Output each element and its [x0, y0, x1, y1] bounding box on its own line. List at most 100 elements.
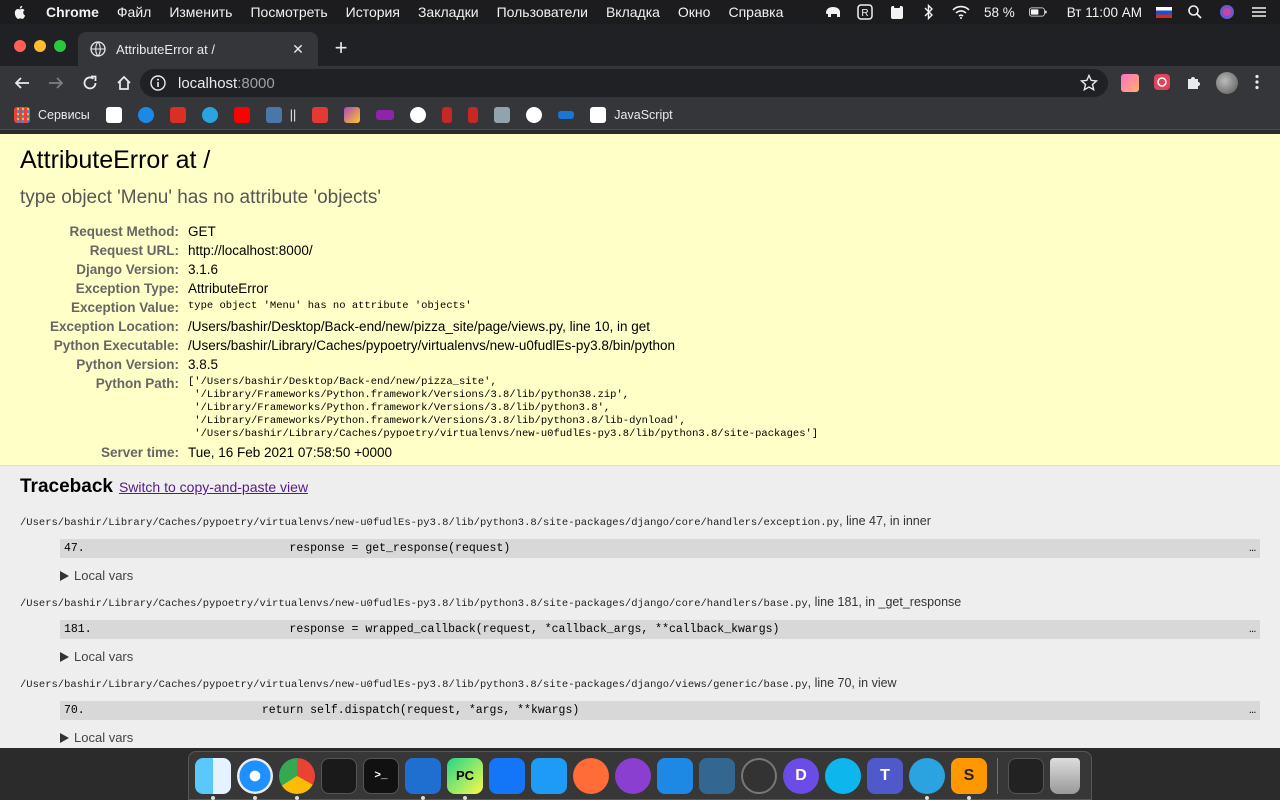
meta-label: Exception Location: [49, 319, 179, 334]
menu-edit[interactable]: Изменить [169, 4, 232, 20]
page-viewport[interactable]: AttributeError at / type object 'Menu' h… [0, 134, 1280, 748]
sequel-pro-icon[interactable] [657, 757, 693, 794]
menu-profiles[interactable]: Пользователи [497, 4, 588, 20]
active-tab[interactable]: AttributeError at / ✕ [78, 32, 318, 66]
bookmark-apps[interactable]: Сервисы [14, 106, 90, 123]
js-site-icon [590, 106, 607, 123]
bookmark-item[interactable] [105, 106, 122, 123]
battery-percent[interactable]: 58 % [984, 5, 1015, 20]
control-center-icon[interactable] [1250, 4, 1268, 20]
bookmark-item[interactable] [137, 106, 154, 123]
downloads-stack-icon[interactable] [1008, 757, 1044, 794]
info-icon[interactable] [150, 75, 166, 91]
frame-location: , line 70, in view [807, 676, 897, 690]
activity-monitor-icon[interactable] [321, 757, 357, 794]
bookmark-item[interactable] [526, 106, 543, 123]
menubar-clock[interactable]: Вт 11:00 AM [1067, 5, 1142, 20]
home-button[interactable] [110, 69, 138, 97]
postgresql-icon[interactable] [699, 757, 735, 794]
teams-icon[interactable]: T [867, 757, 903, 794]
menu-bookmarks[interactable]: Закладки [418, 4, 479, 20]
more-menu-icon[interactable] [1248, 73, 1268, 93]
local-vars-toggle[interactable]: Local vars [60, 730, 1260, 745]
zoom-window-button[interactable] [54, 40, 66, 52]
menu-help[interactable]: Справка [728, 4, 783, 20]
bookmark-item[interactable] [468, 106, 479, 123]
local-vars-toggle[interactable]: Local vars [60, 568, 1260, 583]
profile-avatar[interactable] [1216, 72, 1238, 94]
bookmark-item[interactable] [494, 106, 511, 123]
apple-icon[interactable] [12, 4, 28, 20]
menu-file[interactable]: Файл [117, 4, 151, 20]
document-icon [494, 106, 511, 123]
sublime-text-icon[interactable]: S [951, 757, 987, 800]
bookmark-javascript[interactable]: JavaScript [590, 106, 673, 123]
postman-icon[interactable] [573, 757, 609, 794]
minimize-window-button[interactable] [34, 40, 46, 52]
expand-context-button[interactable]: … [1246, 704, 1256, 717]
wifi-icon[interactable] [952, 4, 970, 20]
xcode-icon[interactable] [489, 757, 525, 794]
reload-button[interactable] [76, 69, 104, 97]
bookmark-item[interactable] [201, 106, 218, 123]
tower-icon [468, 106, 479, 123]
extension-gradient-icon[interactable] [1121, 74, 1139, 92]
extensions-puzzle-icon[interactable] [1185, 73, 1205, 93]
bookmark-item[interactable] [344, 106, 361, 123]
kinopoisk-icon[interactable]: R [856, 4, 874, 20]
meta-row: Request URL: http://localhost:8000/ [20, 242, 818, 261]
bookmark-item[interactable] [442, 106, 453, 123]
github-desktop-icon[interactable] [615, 757, 651, 794]
menu-window[interactable]: Окно [678, 4, 711, 20]
finder-icon[interactable] [195, 757, 231, 800]
spotlight-search-icon[interactable] [1186, 4, 1204, 20]
bookmark-vk[interactable]: || [265, 106, 296, 123]
frame-context-line[interactable]: 47. response = get_response(request)… [60, 539, 1260, 558]
close-tab-icon[interactable]: ✕ [290, 41, 306, 57]
meta-label: Django Version: [76, 262, 179, 277]
menu-history[interactable]: История [346, 4, 400, 20]
dbeaver-icon[interactable]: D [783, 757, 819, 794]
switch-view-link[interactable]: Switch to copy-and-paste view [119, 479, 308, 495]
bluetooth-icon[interactable] [920, 4, 938, 20]
browser-tab-strip: AttributeError at / ✕ + [0, 24, 1280, 66]
telegram-dock-icon[interactable] [909, 757, 945, 800]
close-window-button[interactable] [14, 40, 26, 52]
lab-flask-icon[interactable] [741, 757, 777, 794]
menu-app-name[interactable]: Chrome [46, 4, 99, 20]
russian-flag-icon[interactable] [1156, 6, 1172, 18]
vscode-icon[interactable] [405, 757, 441, 800]
bookmark-item[interactable] [233, 106, 250, 123]
trash-icon[interactable] [1050, 757, 1080, 794]
address-bar[interactable]: localhost:8000 [140, 69, 1108, 97]
safari-icon[interactable] [237, 757, 273, 800]
bookmark-item[interactable] [410, 106, 427, 123]
frame-context-line[interactable]: 181. response = wrapped_callback(request… [60, 620, 1260, 639]
bookmark-item[interactable] [558, 110, 575, 119]
siri-icon[interactable] [1218, 4, 1236, 20]
menu-tab[interactable]: Вкладка [606, 4, 660, 20]
new-tab-button[interactable]: + [330, 37, 352, 59]
app-store-icon[interactable] [531, 757, 567, 794]
chrome-icon[interactable] [279, 757, 315, 800]
local-vars-toggle[interactable]: Local vars [60, 649, 1260, 664]
docker-icon[interactable] [825, 757, 861, 794]
bookmark-item[interactable] [169, 106, 186, 123]
macos-menubar: Chrome Файл Изменить Посмотреть История … [0, 0, 1280, 24]
pycharm-icon[interactable]: PC [447, 757, 483, 800]
bookmark-item[interactable] [376, 109, 395, 120]
forward-button[interactable] [42, 69, 70, 97]
menu-view[interactable]: Посмотреть [250, 4, 327, 20]
bookmark-star-icon[interactable] [1080, 74, 1098, 92]
expand-context-button[interactable]: … [1246, 623, 1256, 636]
battery-icon[interactable] [1028, 4, 1047, 20]
back-button[interactable] [8, 69, 36, 97]
local-vars-label: Local vars [74, 568, 134, 583]
bookmark-item[interactable] [312, 106, 329, 123]
extension-record-icon[interactable] [1153, 73, 1173, 93]
terminal-icon[interactable]: >_ [363, 757, 399, 794]
elephant-icon[interactable] [824, 4, 842, 20]
clipboard-icon[interactable] [888, 4, 906, 20]
expand-context-button[interactable]: … [1246, 542, 1256, 555]
frame-context-line[interactable]: 70. return self.dispatch(request, *args,… [60, 701, 1260, 720]
